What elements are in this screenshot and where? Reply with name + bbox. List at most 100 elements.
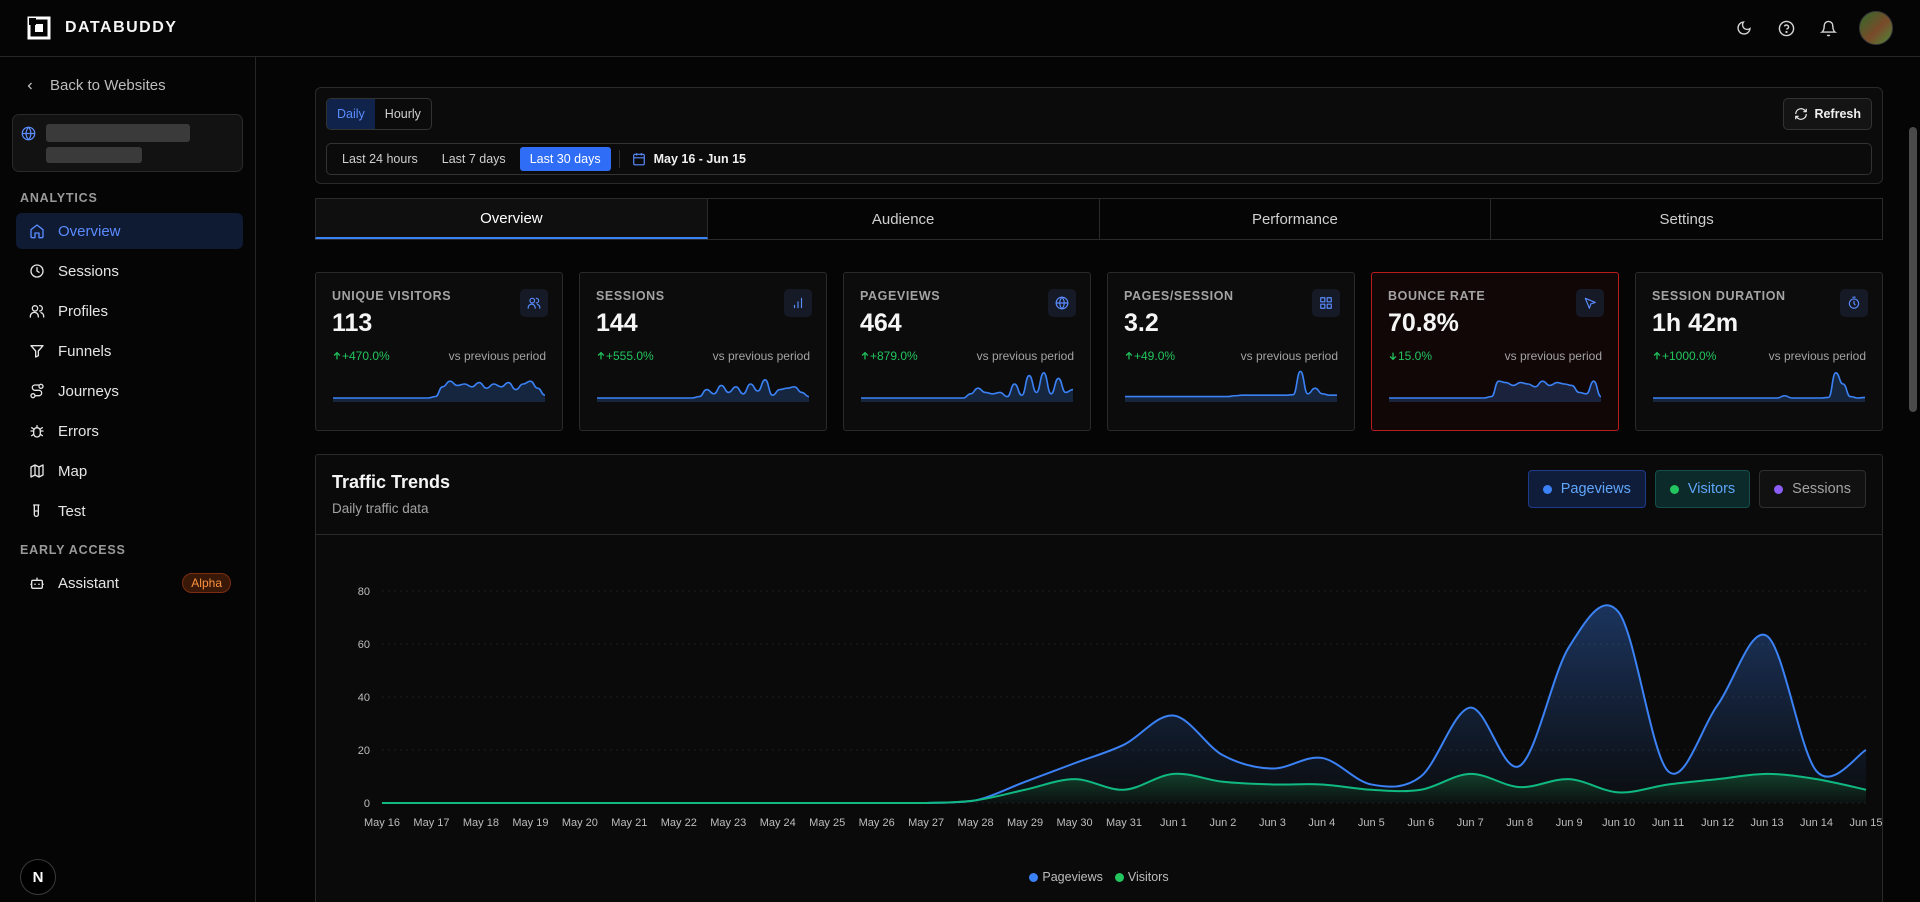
y-tick-label: 0 bbox=[364, 798, 370, 810]
toggle-label: Visitors bbox=[1687, 481, 1736, 497]
divider bbox=[618, 150, 620, 168]
x-tick-label: Jun 3 bbox=[1259, 817, 1286, 829]
users-icon bbox=[520, 289, 548, 317]
metric-delta-value: +879.0% bbox=[870, 349, 918, 363]
sidebar-item-profiles[interactable]: Profiles bbox=[16, 293, 243, 329]
bot-icon bbox=[28, 574, 46, 592]
sidebar-item-label: Sessions bbox=[58, 262, 119, 280]
refresh-button[interactable]: Refresh bbox=[1783, 98, 1872, 130]
scrollbar[interactable] bbox=[1909, 127, 1917, 412]
website-selector-card[interactable] bbox=[12, 114, 243, 172]
arrow-up-icon bbox=[332, 349, 342, 363]
traffic-chart-svg: 0 20 40 60 80 May 16 May 17 May 18 May 19 May 20 M… bbox=[358, 586, 1882, 829]
sidebar-item-journeys[interactable]: Journeys bbox=[16, 373, 243, 409]
bar-chart-icon bbox=[784, 289, 812, 317]
tab-settings[interactable]: Settings bbox=[1491, 198, 1883, 239]
globe-icon bbox=[1048, 289, 1076, 317]
metric-label: PAGEVIEWS bbox=[860, 289, 941, 303]
legend-item-pageviews[interactable]: Pageviews bbox=[1029, 870, 1103, 884]
traffic-trends-panel: Traffic Trends Daily traffic data Pagevi… bbox=[315, 454, 1883, 902]
metric-delta: +1000.0% bbox=[1652, 349, 1716, 363]
y-tick-label: 40 bbox=[358, 692, 370, 704]
brand[interactable]: DATABUDDY bbox=[27, 16, 177, 40]
toggle-pageviews[interactable]: Pageviews bbox=[1527, 470, 1646, 508]
metric-sparkline bbox=[860, 371, 1074, 402]
clock-icon bbox=[28, 262, 46, 280]
metric-card-session-duration: SESSION DURATION 1h 42m +1000.0% vs previou… bbox=[1635, 272, 1883, 431]
next-logo-button[interactable]: N bbox=[20, 859, 56, 895]
legend-item-visitors[interactable]: Visitors bbox=[1114, 870, 1169, 884]
sidebar-item-sessions[interactable]: Sessions bbox=[16, 253, 243, 289]
analytics-section-title: ANALYTICS bbox=[20, 191, 98, 205]
x-tick-label: May 28 bbox=[958, 817, 994, 829]
sidebar-nav: Overview Sessions Profiles Funnels Journeys E… bbox=[0, 213, 255, 529]
granularity-daily-button[interactable]: Daily bbox=[327, 99, 375, 129]
arrow-up-icon bbox=[860, 349, 870, 363]
range-last-30-days[interactable]: Last 30 days bbox=[519, 147, 611, 171]
x-tick-label: May 27 bbox=[908, 817, 944, 829]
metric-sparkline bbox=[1125, 370, 1337, 402]
main-content: Daily Hourly Refresh Last 24 hours Last … bbox=[256, 57, 1920, 902]
metric-sparkline bbox=[332, 380, 546, 402]
sidebar-item-test[interactable]: Test bbox=[16, 493, 243, 529]
x-tick-label: May 23 bbox=[710, 817, 746, 829]
toggle-label: Pageviews bbox=[1560, 481, 1631, 497]
tab-audience[interactable]: Audience bbox=[707, 198, 1100, 239]
traffic-chart: 0 20 40 60 80 May 16 May 17 May 18 May 19 May 20 M… bbox=[316, 535, 1882, 875]
series-toggles: Pageviews Visitors Sessions bbox=[1527, 470, 1866, 508]
top-bar: DATABUDDY bbox=[0, 0, 1920, 57]
y-tick-label: 20 bbox=[358, 745, 370, 757]
grid-icon bbox=[1312, 289, 1340, 317]
notifications-bell-icon[interactable] bbox=[1817, 17, 1839, 39]
range-last-24-hours[interactable]: Last 24 hours bbox=[332, 147, 428, 171]
tab-performance[interactable]: Performance bbox=[1099, 198, 1492, 239]
metric-sparkline bbox=[596, 378, 810, 402]
theme-toggle-moon-icon[interactable] bbox=[1733, 17, 1755, 39]
bug-icon bbox=[28, 422, 46, 440]
x-tick-label: May 16 bbox=[364, 817, 400, 829]
sidebar-item-overview[interactable]: Overview bbox=[16, 213, 243, 249]
x-tick-label: May 30 bbox=[1056, 817, 1092, 829]
x-tick-label: Jun 2 bbox=[1209, 817, 1236, 829]
x-tick-label: May 21 bbox=[611, 817, 647, 829]
sidebar-item-funnels[interactable]: Funnels bbox=[16, 333, 243, 369]
metric-value: 70.8% bbox=[1388, 309, 1459, 337]
back-to-websites-link[interactable]: Back to Websites bbox=[0, 57, 255, 114]
sidebar-item-label: Map bbox=[58, 462, 88, 480]
globe-icon bbox=[21, 126, 36, 141]
toggle-sessions[interactable]: Sessions bbox=[1759, 470, 1866, 508]
early-access-section-title: EARLY ACCESS bbox=[20, 543, 126, 557]
arrow-up-icon bbox=[1652, 349, 1662, 363]
test-tube-icon bbox=[28, 502, 46, 520]
metric-label: BOUNCE RATE bbox=[1388, 289, 1486, 303]
metric-value: 1h 42m bbox=[1652, 309, 1739, 337]
range-last-7-days[interactable]: Last 7 days bbox=[432, 147, 516, 171]
metric-sparkline bbox=[1388, 380, 1602, 402]
funnel-icon bbox=[28, 342, 46, 360]
metric-card-bounce-rate: BOUNCE RATE 70.8% 15.0% vs previous period bbox=[1371, 272, 1619, 431]
chart-legend: Pageviews Visitors bbox=[316, 870, 1882, 884]
y-tick-label: 80 bbox=[358, 586, 370, 598]
metric-comparison-label: vs previous period bbox=[1768, 349, 1866, 363]
filter-panel: Daily Hourly Refresh Last 24 hours Last … bbox=[315, 87, 1883, 184]
granularity-hourly-button[interactable]: Hourly bbox=[375, 99, 431, 129]
timer-icon bbox=[1840, 289, 1868, 317]
date-range-selector: Last 24 hours Last 7 days Last 30 days M… bbox=[326, 143, 1872, 175]
toggle-visitors[interactable]: Visitors bbox=[1654, 470, 1751, 508]
y-tick-label: 60 bbox=[358, 639, 370, 651]
tab-overview[interactable]: Overview bbox=[315, 198, 708, 239]
sidebar-item-label: Journeys bbox=[58, 382, 119, 400]
custom-date-range-picker[interactable]: May 16 - Jun 15 bbox=[628, 152, 746, 166]
x-tick-label: Jun 14 bbox=[1800, 817, 1833, 829]
help-icon[interactable] bbox=[1775, 17, 1797, 39]
sidebar-item-errors[interactable]: Errors bbox=[16, 413, 243, 449]
sidebar-item-map[interactable]: Map bbox=[16, 453, 243, 489]
refresh-icon bbox=[1794, 107, 1808, 121]
x-tick-label: May 26 bbox=[859, 817, 895, 829]
x-tick-label: Jun 5 bbox=[1358, 817, 1385, 829]
sidebar-item-assistant[interactable]: Assistant Alpha bbox=[16, 565, 243, 601]
metric-comparison-label: vs previous period bbox=[712, 349, 810, 363]
user-avatar[interactable] bbox=[1859, 11, 1893, 45]
users-icon bbox=[28, 302, 46, 320]
x-tick-label: May 25 bbox=[809, 817, 845, 829]
